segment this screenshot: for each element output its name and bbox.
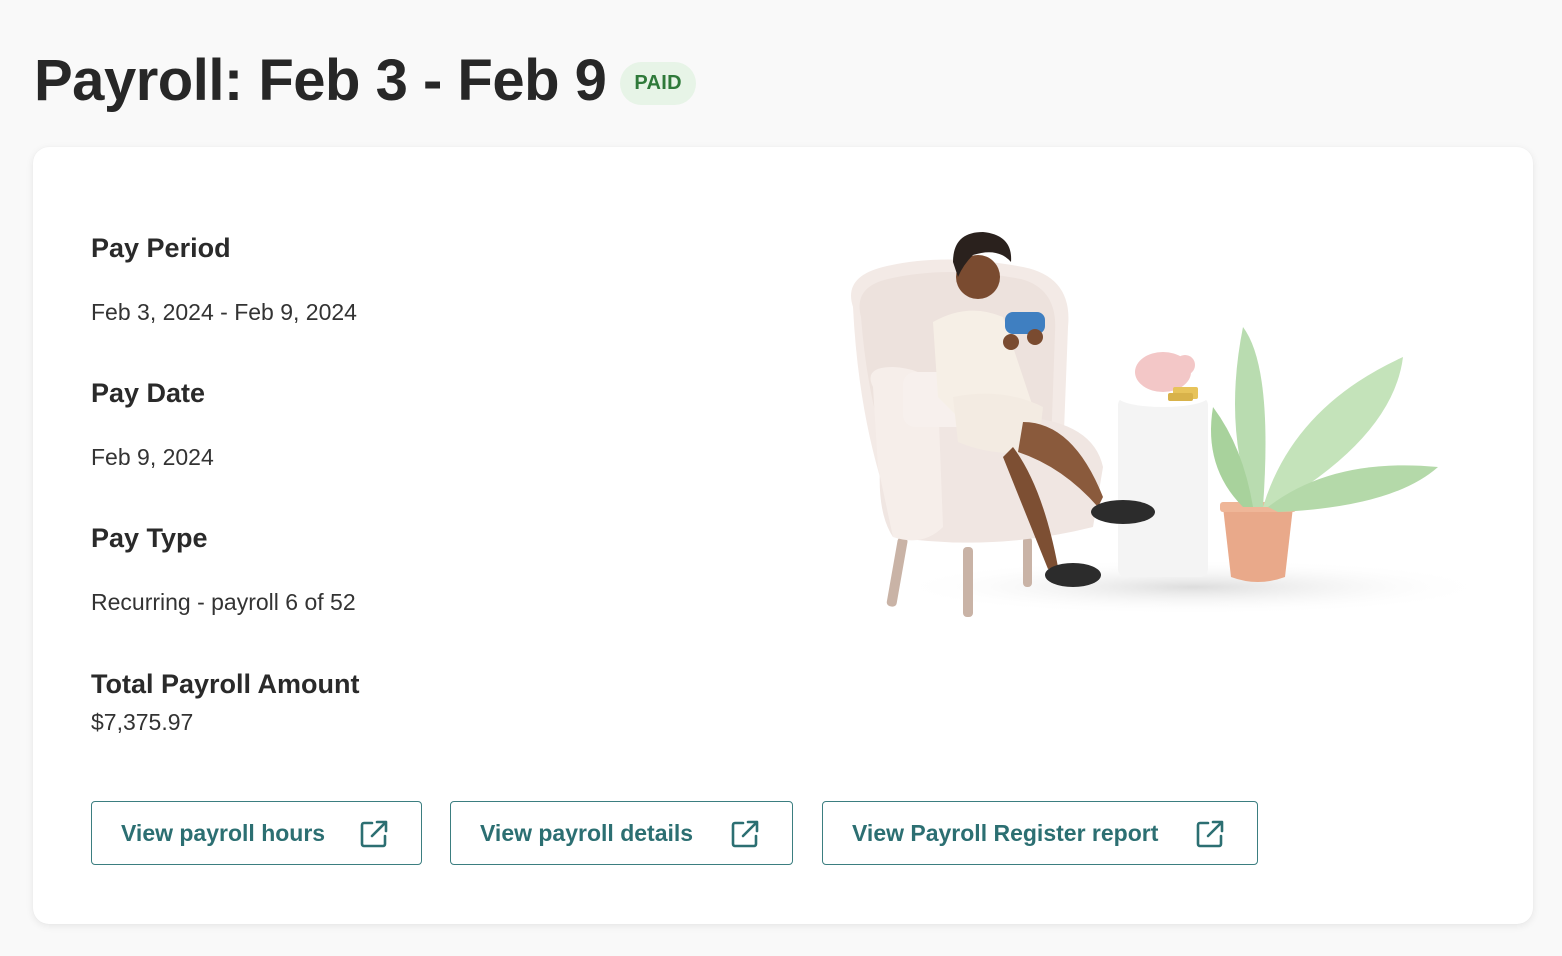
view-payroll-register-report-button[interactable]: View Payroll Register report xyxy=(822,801,1258,865)
view-payroll-details-button[interactable]: View payroll details xyxy=(450,801,793,865)
total-payroll-label: Total Payroll Amount xyxy=(91,669,360,699)
view-payroll-register-report-label: View Payroll Register report xyxy=(852,819,1159,846)
pay-type-value: Recurring - payroll 6 of 52 xyxy=(91,589,356,615)
external-link-icon xyxy=(731,820,759,848)
pay-period-value: Feb 3, 2024 - Feb 9, 2024 xyxy=(91,299,357,325)
view-payroll-details-label: View payroll details xyxy=(480,819,694,846)
page-header: Payroll: Feb 3 - Feb 9 PAID xyxy=(34,44,696,118)
pay-date-value: Feb 9, 2024 xyxy=(91,444,214,470)
pay-type-label: Pay Type xyxy=(91,523,208,553)
total-payroll-value: $7,375.97 xyxy=(91,709,194,735)
payroll-summary-card: Pay Period Feb 3, 2024 - Feb 9, 2024 Pay… xyxy=(33,147,1533,924)
view-payroll-hours-label: View payroll hours xyxy=(121,819,326,846)
pay-date-label: Pay Date xyxy=(91,378,206,408)
external-link-icon xyxy=(1196,820,1224,848)
pay-period-label: Pay Period xyxy=(91,233,231,263)
page-title: Payroll: Feb 3 - Feb 9 xyxy=(34,48,607,113)
status-badge: PAID xyxy=(620,61,696,105)
payroll-illustration xyxy=(851,232,1473,617)
view-payroll-hours-button[interactable]: View payroll hours xyxy=(91,801,422,865)
external-link-icon xyxy=(360,820,388,848)
